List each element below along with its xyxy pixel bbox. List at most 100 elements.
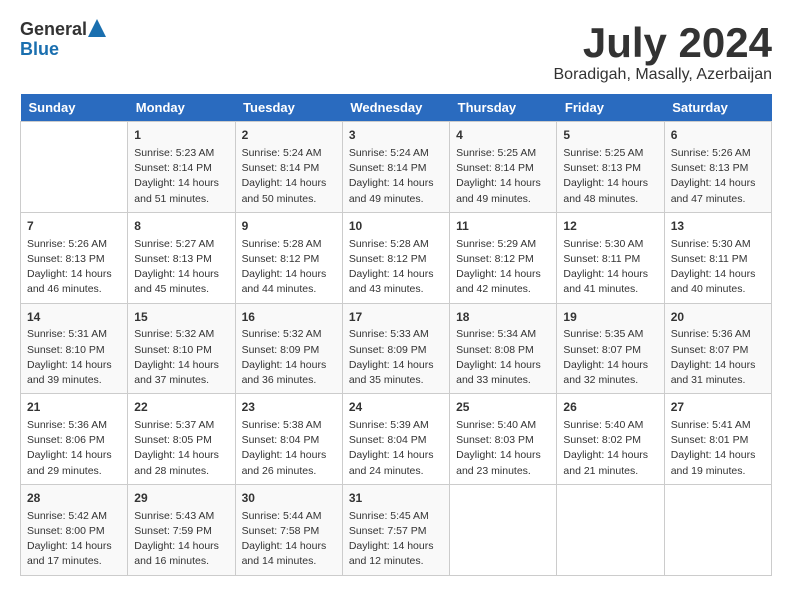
day-number: 5 (563, 127, 657, 144)
week-row-2: 7Sunrise: 5:26 AMSunset: 8:13 PMDaylight… (21, 212, 772, 303)
day-number: 20 (671, 309, 765, 326)
day-info: Sunrise: 5:31 AMSunset: 8:10 PMDaylight:… (27, 327, 121, 388)
day-cell (557, 484, 664, 575)
day-cell: 13 Sunrise: 5:30 AMSunset: 8:11 PMDayligh… (664, 212, 771, 303)
column-header-sunday: Sunday (21, 94, 128, 122)
day-info: Sunrise: 5:36 AMSunset: 8:06 PMDaylight:… (27, 418, 121, 479)
logo-general-text: General (20, 20, 87, 40)
day-number: 26 (563, 399, 657, 416)
day-number: 15 (134, 309, 228, 326)
subtitle: Boradigah, Masally, Azerbaijan (554, 66, 773, 84)
day-cell: 29Sunrise: 5:43 AMSunset: 7:59 PMDayligh… (128, 484, 235, 575)
day-cell: 25Sunrise: 5:40 AMSunset: 8:03 PMDayligh… (450, 394, 557, 485)
day-number: 9 (242, 218, 336, 235)
day-info: Sunrise: 5:32 AMSunset: 8:10 PMDaylight:… (134, 327, 228, 388)
day-number: 21 (27, 399, 121, 416)
column-header-wednesday: Wednesday (342, 94, 449, 122)
logo: General Blue (20, 20, 106, 60)
day-cell: 12Sunrise: 5:30 AMSunset: 8:11 PMDayligh… (557, 212, 664, 303)
day-info: Sunrise: 5:34 AMSunset: 8:08 PMDaylight:… (456, 327, 550, 388)
week-row-4: 21 Sunrise: 5:36 AMSunset: 8:06 PMDayligh… (21, 394, 772, 485)
day-cell: 14Sunrise: 5:31 AMSunset: 8:10 PMDayligh… (21, 303, 128, 394)
day-cell: 10Sunrise: 5:28 AMSunset: 8:12 PMDayligh… (342, 212, 449, 303)
day-number: 1 (134, 127, 228, 144)
header: General Blue July 2024 Boradigah, Masall… (20, 20, 772, 84)
day-number: 17 (349, 309, 443, 326)
day-cell: 9 Sunrise: 5:28 AMSunset: 8:12 PMDaylight… (235, 212, 342, 303)
day-info: Sunrise: 5:40 AMSunset: 8:02 PMDaylight:… (563, 418, 657, 479)
day-cell (664, 484, 771, 575)
day-number: 13 (671, 218, 765, 235)
day-cell: 22 Sunrise: 5:37 AMSunset: 8:05 PMDayligh… (128, 394, 235, 485)
logo-blue-text: Blue (20, 40, 59, 60)
day-number: 29 (134, 490, 228, 507)
day-cell: 5 Sunrise: 5:25 AMSunset: 8:13 PMDaylight… (557, 122, 664, 213)
day-number: 4 (456, 127, 550, 144)
day-info: Sunrise: 5:33 AMSunset: 8:09 PMDaylight:… (349, 327, 443, 388)
day-cell: 7Sunrise: 5:26 AMSunset: 8:13 PMDaylight… (21, 212, 128, 303)
column-header-tuesday: Tuesday (235, 94, 342, 122)
day-info: Sunrise: 5:44 AMSunset: 7:58 PMDaylight:… (242, 509, 336, 570)
day-number: 2 (242, 127, 336, 144)
day-info: Sunrise: 5:24 AMSunset: 8:14 PMDaylight:… (349, 146, 443, 207)
week-row-3: 14Sunrise: 5:31 AMSunset: 8:10 PMDayligh… (21, 303, 772, 394)
day-cell: 17Sunrise: 5:33 AMSunset: 8:09 PMDayligh… (342, 303, 449, 394)
day-cell: 1 Sunrise: 5:23 AMSunset: 8:14 PMDaylight… (128, 122, 235, 213)
day-number: 27 (671, 399, 765, 416)
day-info: Sunrise: 5:23 AMSunset: 8:14 PMDaylight:… (134, 146, 228, 207)
week-row-1: 1 Sunrise: 5:23 AMSunset: 8:14 PMDaylight… (21, 122, 772, 213)
day-cell: 23Sunrise: 5:38 AMSunset: 8:04 PMDayligh… (235, 394, 342, 485)
month-title: July 2024 (554, 20, 773, 66)
day-cell: 19Sunrise: 5:35 AMSunset: 8:07 PMDayligh… (557, 303, 664, 394)
day-info: Sunrise: 5:36 AMSunset: 8:07 PMDaylight:… (671, 327, 765, 388)
day-info: Sunrise: 5:26 AMSunset: 8:13 PMDaylight:… (671, 146, 765, 207)
title-area: July 2024 Boradigah, Masally, Azerbaijan (554, 20, 773, 84)
day-info: Sunrise: 5:28 AMSunset: 8:12 PMDaylight:… (242, 237, 336, 298)
day-info: Sunrise: 5:25 AMSunset: 8:14 PMDaylight:… (456, 146, 550, 207)
day-number: 31 (349, 490, 443, 507)
day-cell: 27 Sunrise: 5:41 AMSunset: 8:01 PMDayligh… (664, 394, 771, 485)
logo-icon (88, 19, 106, 37)
column-header-monday: Monday (128, 94, 235, 122)
day-cell: 3Sunrise: 5:24 AMSunset: 8:14 PMDaylight… (342, 122, 449, 213)
day-info: Sunrise: 5:45 AMSunset: 7:57 PMDaylight:… (349, 509, 443, 570)
day-info: Sunrise: 5:35 AMSunset: 8:07 PMDaylight:… (563, 327, 657, 388)
day-cell: 16Sunrise: 5:32 AMSunset: 8:09 PMDayligh… (235, 303, 342, 394)
day-info: Sunrise: 5:30 AMSunset: 8:11 PMDaylight:… (671, 237, 765, 298)
calendar-table: SundayMondayTuesdayWednesdayThursdayFrid… (20, 94, 772, 575)
day-cell (450, 484, 557, 575)
day-cell: 28 Sunrise: 5:42 AMSunset: 8:00 PMDayligh… (21, 484, 128, 575)
day-info: Sunrise: 5:27 AMSunset: 8:13 PMDaylight:… (134, 237, 228, 298)
day-number: 22 (134, 399, 228, 416)
day-number: 30 (242, 490, 336, 507)
day-number: 19 (563, 309, 657, 326)
day-info: Sunrise: 5:30 AMSunset: 8:11 PMDaylight:… (563, 237, 657, 298)
day-info: Sunrise: 5:41 AMSunset: 8:01 PMDaylight:… (671, 418, 765, 479)
day-number: 18 (456, 309, 550, 326)
calendar-body: 1 Sunrise: 5:23 AMSunset: 8:14 PMDaylight… (21, 122, 772, 575)
day-info: Sunrise: 5:38 AMSunset: 8:04 PMDaylight:… (242, 418, 336, 479)
day-info: Sunrise: 5:26 AMSunset: 8:13 PMDaylight:… (27, 237, 121, 298)
day-cell: 30 Sunrise: 5:44 AMSunset: 7:58 PMDayligh… (235, 484, 342, 575)
day-number: 8 (134, 218, 228, 235)
day-cell: 26 Sunrise: 5:40 AMSunset: 8:02 PMDayligh… (557, 394, 664, 485)
day-cell: 20Sunrise: 5:36 AMSunset: 8:07 PMDayligh… (664, 303, 771, 394)
column-header-friday: Friday (557, 94, 664, 122)
day-info: Sunrise: 5:39 AMSunset: 8:04 PMDaylight:… (349, 418, 443, 479)
calendar-header-row: SundayMondayTuesdayWednesdayThursdayFrid… (21, 94, 772, 122)
day-number: 16 (242, 309, 336, 326)
day-cell: 15Sunrise: 5:32 AMSunset: 8:10 PMDayligh… (128, 303, 235, 394)
day-info: Sunrise: 5:37 AMSunset: 8:05 PMDaylight:… (134, 418, 228, 479)
day-cell: 31 Sunrise: 5:45 AMSunset: 7:57 PMDayligh… (342, 484, 449, 575)
day-info: Sunrise: 5:42 AMSunset: 8:00 PMDaylight:… (27, 509, 121, 570)
column-header-saturday: Saturday (664, 94, 771, 122)
day-info: Sunrise: 5:25 AMSunset: 8:13 PMDaylight:… (563, 146, 657, 207)
day-number: 28 (27, 490, 121, 507)
day-cell: 24Sunrise: 5:39 AMSunset: 8:04 PMDayligh… (342, 394, 449, 485)
week-row-5: 28 Sunrise: 5:42 AMSunset: 8:00 PMDayligh… (21, 484, 772, 575)
day-cell: 4 Sunrise: 5:25 AMSunset: 8:14 PMDaylight… (450, 122, 557, 213)
day-number: 14 (27, 309, 121, 326)
day-info: Sunrise: 5:29 AMSunset: 8:12 PMDaylight:… (456, 237, 550, 298)
day-cell: 18Sunrise: 5:34 AMSunset: 8:08 PMDayligh… (450, 303, 557, 394)
day-cell: 11Sunrise: 5:29 AMSunset: 8:12 PMDayligh… (450, 212, 557, 303)
